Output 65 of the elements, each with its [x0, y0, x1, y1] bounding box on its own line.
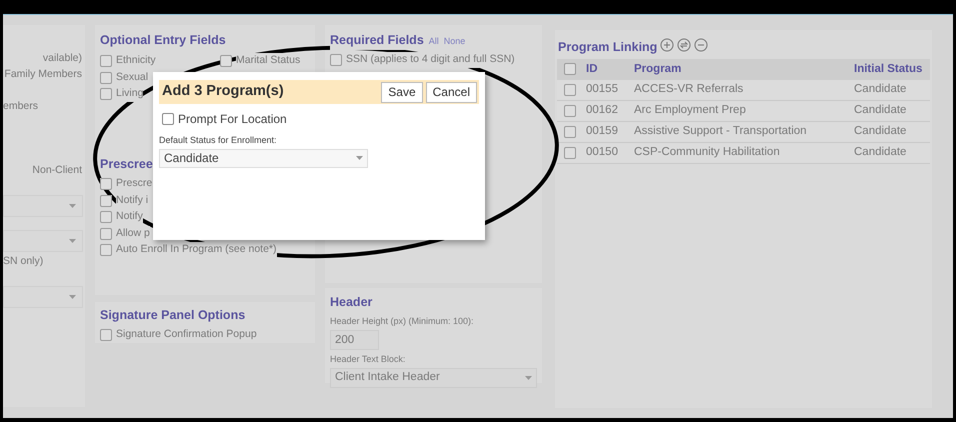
option-label: Family Members [4, 67, 83, 82]
input-field[interactable]: 200 [330, 330, 379, 350]
column-header: ID [586, 62, 598, 77]
link[interactable]: None [444, 35, 466, 48]
dropdown[interactable] [3, 286, 83, 308]
dialog-button[interactable]: Cancel [426, 82, 477, 102]
table-cell-text: ACCES-VR Referrals [634, 82, 744, 98]
table-cell-text: 00150 [586, 145, 619, 160]
table-cell-text: Candidate [854, 145, 906, 160]
field-label: Header Height (px) (Minimum: 100): [330, 314, 475, 328]
checkbox-label: Living [116, 86, 144, 102]
table-cell-text: Candidate [854, 82, 906, 98]
option-label: Non-Client [32, 163, 83, 178]
option-label: SN only) [3, 254, 44, 269]
checkbox[interactable] [564, 84, 576, 96]
dropdown[interactable]: Client Intake Header [330, 368, 537, 388]
table-cell-text: Assistive Support - Transportation [634, 124, 808, 140]
checkbox[interactable] [100, 194, 112, 207]
table-cell-text: 00162 [586, 103, 619, 118]
table-cell-text: Arc Employment Prep [634, 103, 747, 118]
checkbox[interactable] [220, 55, 232, 67]
remove-icon[interactable] [694, 38, 708, 52]
option-label: embers [3, 99, 40, 114]
option-label: vailable) [42, 51, 83, 66]
checkbox[interactable] [564, 146, 576, 159]
checkbox-label: Prompt For Location [178, 111, 287, 128]
checkbox[interactable] [100, 55, 112, 67]
swap-icon[interactable] [677, 38, 692, 52]
caret-icon [69, 239, 76, 243]
checkbox[interactable] [100, 244, 112, 256]
link[interactable]: All [428, 35, 439, 48]
checkbox[interactable] [100, 88, 112, 100]
checkbox[interactable] [100, 211, 112, 224]
dropdown[interactable]: Candidate [159, 148, 368, 168]
add-icon[interactable] [660, 38, 674, 52]
checkbox[interactable] [100, 329, 112, 341]
table-cell-text: Candidate [854, 103, 906, 118]
checkbox[interactable] [100, 178, 112, 190]
checkbox-label: Notify [116, 209, 143, 226]
dialog-button[interactable]: Save [381, 82, 423, 102]
field-label: Default Status for Enrollment: [159, 134, 278, 147]
checkbox-label: SSN (applies to 4 digit and full SSN) [346, 52, 515, 68]
checkbox[interactable] [564, 126, 576, 138]
caret-icon [525, 376, 532, 380]
dropdown[interactable] [3, 195, 83, 217]
checkbox-label: Notify i [116, 192, 148, 209]
caret-icon [69, 204, 76, 208]
column-header: Program [634, 62, 682, 77]
table-cell-text: Candidate [854, 124, 906, 140]
caret-icon [69, 295, 76, 299]
field-label: Header Text Block: [330, 353, 406, 366]
checkbox[interactable] [100, 72, 112, 84]
caret-icon [356, 156, 363, 160]
checkbox-label: Auto Enroll In Program (see note*) [116, 242, 276, 258]
checkbox[interactable] [330, 54, 342, 66]
table-cell-text: 00155 [586, 82, 619, 98]
checkbox[interactable] [100, 228, 112, 240]
checkbox[interactable] [564, 63, 576, 76]
dialog-title: Add 3 Program(s) [162, 82, 284, 102]
checkbox[interactable] [162, 113, 174, 125]
checkbox[interactable] [564, 104, 576, 117]
dropdown[interactable] [3, 230, 83, 252]
table-cell-text: 00159 [586, 124, 619, 140]
column-header: Initial Status [854, 62, 922, 77]
table-cell-text: CSP-Community Habilitation [634, 145, 781, 160]
